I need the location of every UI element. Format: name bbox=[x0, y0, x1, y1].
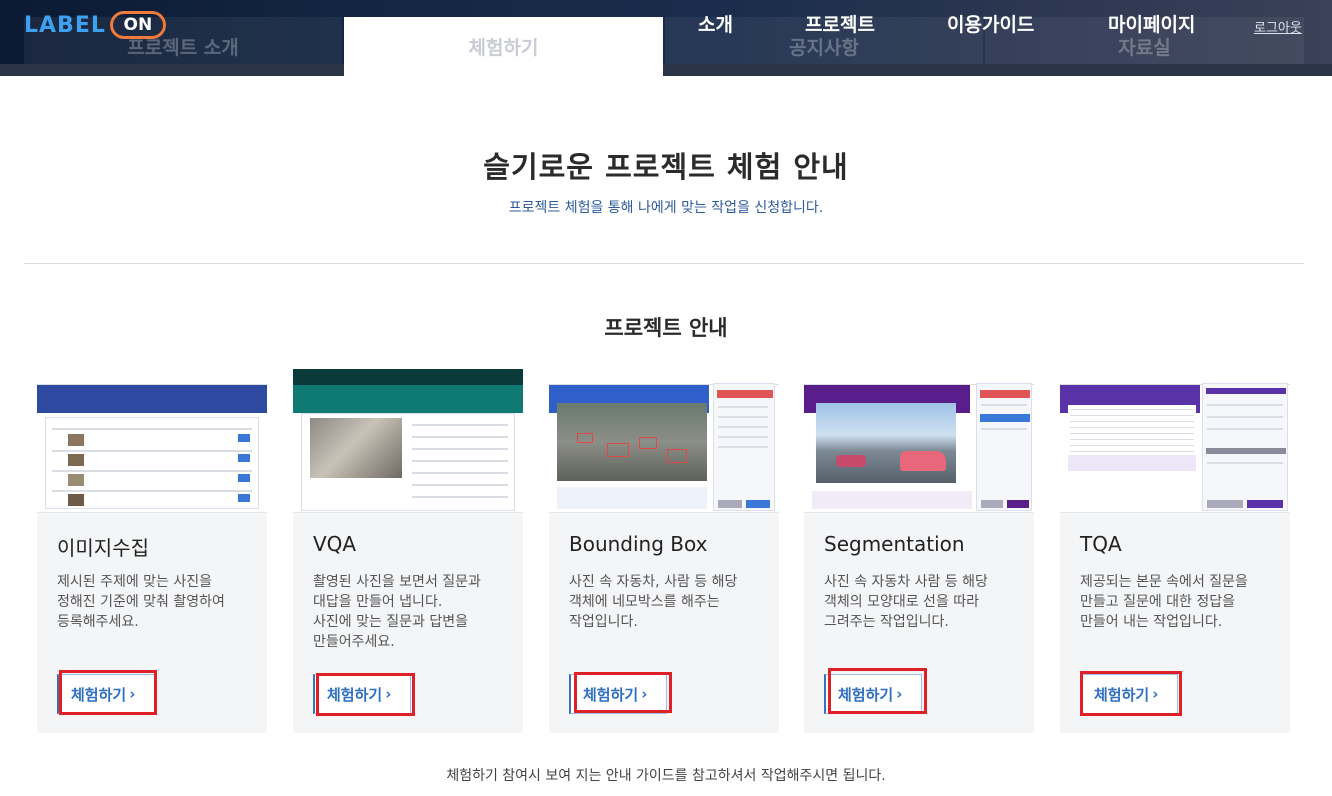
labelon-logo[interactable]: LABEL ON bbox=[24, 10, 166, 40]
page-subtitle: 프로젝트 체험을 통해 나에게 맞는 작업을 신청합니다. bbox=[508, 200, 824, 216]
nav-mypage[interactable]: 마이페이지 bbox=[1108, 10, 1195, 40]
chevron-right-icon: › bbox=[896, 685, 903, 703]
chevron-right-icon: › bbox=[641, 685, 648, 703]
nav-intro[interactable]: 소개 bbox=[698, 10, 733, 40]
logo-text: LABEL bbox=[24, 12, 106, 38]
nav-guide[interactable]: 이용가이드 bbox=[947, 10, 1034, 40]
thumb-photo bbox=[310, 418, 402, 478]
thumb-photo bbox=[816, 403, 956, 483]
try-button-bounding-box[interactable]: 체험하기 › bbox=[569, 674, 667, 714]
card-title: Segmentation bbox=[824, 532, 965, 556]
card-thumbnail bbox=[1060, 369, 1290, 513]
logo-pill: ON bbox=[109, 11, 166, 39]
try-button-vqa[interactable]: 체험하기 › bbox=[313, 674, 411, 714]
card-description: 제공되는 본문 속에서 질문을 만들고 질문에 대한 정답을 만들어 내는 작업… bbox=[1080, 574, 1248, 630]
card-thumbnail bbox=[293, 369, 523, 513]
footer-note: 체험하기 참여시 보여 지는 안내 가이드를 참고하셔서 작업해주시면 됩니다. bbox=[446, 768, 886, 784]
card-thumbnail bbox=[549, 369, 779, 513]
section-heading: 프로젝트 안내 bbox=[0, 312, 1332, 342]
try-button-label: 체험하기 bbox=[327, 685, 383, 704]
card-title: 이미지수집 bbox=[57, 536, 149, 560]
thumb-band bbox=[37, 385, 267, 413]
card-title: VQA bbox=[313, 532, 357, 556]
project-card-vqa: VQA 촬영된 사진을 보면서 질문과 대답을 만들어 냅니다. 사진에 맞는 … bbox=[293, 369, 523, 733]
chevron-right-icon: › bbox=[385, 685, 392, 703]
try-button-image-collection[interactable]: 체험하기 › bbox=[57, 674, 155, 714]
page-title: 슬기로운 프로젝트 체험 안내 bbox=[483, 150, 849, 184]
card-description: 사진 속 자동차 사람 등 해당 객체의 모양대로 선을 따라 그려주는 작업입… bbox=[824, 574, 988, 630]
card-thumbnail bbox=[804, 369, 1034, 513]
top-header: 프로젝트 소개 체험하기 공지사항 자료실 LABEL ON 소개 프로젝트 이… bbox=[0, 0, 1332, 76]
project-card-segmentation: Segmentation 사진 속 자동차 사람 등 해당 객체의 모양대로 선… bbox=[804, 369, 1034, 733]
card-title: Bounding Box bbox=[569, 532, 708, 556]
thumb-photo bbox=[557, 403, 707, 481]
chevron-right-icon: › bbox=[129, 685, 136, 703]
card-thumbnail bbox=[37, 369, 267, 513]
card-description: 사진 속 자동차, 사람 등 해당 객체에 네모박스를 해주는 작업입니다. bbox=[569, 574, 738, 630]
thumb-topbar bbox=[37, 369, 267, 385]
card-description: 촬영된 사진을 보면서 질문과 대답을 만들어 냅니다. 사진에 맞는 질문과 … bbox=[313, 574, 481, 650]
try-button-segmentation[interactable]: 체험하기 › bbox=[824, 674, 922, 714]
try-button-label: 체험하기 bbox=[71, 685, 127, 704]
card-title: TQA bbox=[1080, 532, 1122, 556]
nav-project[interactable]: 프로젝트 bbox=[805, 10, 875, 40]
try-button-label: 체험하기 bbox=[1094, 685, 1150, 704]
project-card-image-collection: 이미지수집 제시된 주제에 맞는 사진을 정해진 기준에 맞춰 촬영하여 등록해… bbox=[37, 369, 267, 733]
try-button-tqa[interactable]: 체험하기 › bbox=[1080, 674, 1178, 714]
logout-link[interactable]: 로그아웃 bbox=[1254, 17, 1302, 36]
try-button-label: 체험하기 bbox=[583, 685, 639, 704]
project-card-bounding-box: Bounding Box 사진 속 자동차, 사람 등 해당 객체에 네모박스를… bbox=[549, 369, 779, 733]
try-button-label: 체험하기 bbox=[838, 685, 894, 704]
chevron-right-icon: › bbox=[1152, 685, 1159, 703]
section-divider bbox=[24, 263, 1304, 264]
section-title-text: 프로젝트 안내 bbox=[598, 316, 733, 340]
project-card-tqa: TQA 제공되는 본문 속에서 질문을 만들고 질문에 대한 정답을 만들어 내… bbox=[1060, 369, 1290, 733]
subtab-try[interactable]: 체험하기 bbox=[344, 17, 663, 76]
thumb-table bbox=[45, 417, 259, 509]
card-description: 제시된 주제에 맞는 사진을 정해진 기준에 맞춰 촬영하여 등록해주세요. bbox=[57, 574, 225, 630]
thumb-topbar bbox=[293, 369, 523, 385]
thumb-band bbox=[293, 385, 523, 413]
